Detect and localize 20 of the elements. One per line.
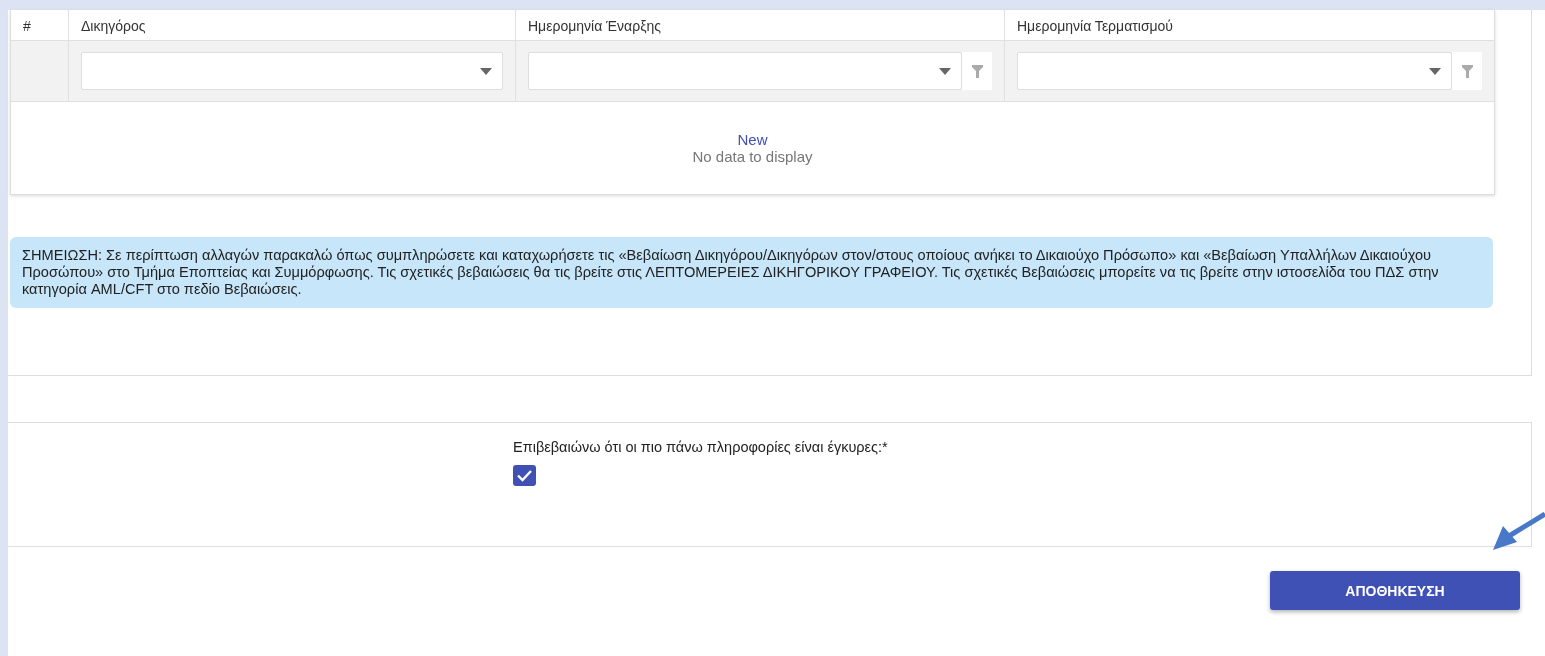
filter-dropdown[interactable]: [528, 52, 962, 90]
column-header[interactable]: Ημερομηνία Τερματισμού: [1017, 18, 1174, 34]
dropdown-caret-icon: [1429, 67, 1441, 75]
note-message: ΣΗΜΕΙΩΣΗ: Σε περίπτωση αλλαγών παρακαλώ όπως συμπληρώσετε και καταχωρήσετε τις «Βεβαίωση Δικηγόρου/Δικηγόρων στον/στους οποίους ανήκει το Δικαιούχο Πρόσωπο» και «Βεβαίωση Υπαλλήλων Δικαιούχου Προσώπου» στο Τμήμα Εποπτείας και Συμμόρφωσης. Τις σχετικές βεβαιώσεις θα τις βρείτε στις ΛΕΠΤΟΜΕΡΕΙΕΣ ΔΙΚΗΓΟΡΙΚΟΥ ΓΡΑΦΕΙΟΥ. Τις σχετικές Βεβαιώσεις μπορείτε να τις βρείτε στην ιστοσελίδα του ΠΔΣ στην κατηγορία AML/CFT στο πεδίο Βεβαιώσεις.: [10, 237, 1493, 308]
arrow-icon: [1493, 512, 1545, 552]
filter-dropdown[interactable]: [81, 52, 503, 90]
empty-message: No data to display: [692, 148, 813, 165]
confirm-checkbox[interactable]: [513, 465, 536, 486]
dropdown-caret-icon: [480, 67, 492, 75]
dropdown-caret-icon: [939, 67, 951, 75]
required-mark: *: [882, 439, 888, 455]
filter-dropdown[interactable]: [1017, 52, 1452, 90]
save-button[interactable]: ΑΠΟΘΗΚΕΥΣΗ: [1270, 571, 1520, 610]
column-header[interactable]: Δικηγόρος: [81, 18, 146, 34]
filter-icon[interactable]: [1461, 64, 1473, 78]
column-header[interactable]: #: [23, 18, 31, 34]
new-link[interactable]: New: [737, 131, 768, 148]
filter-icon[interactable]: [971, 64, 983, 78]
column-header[interactable]: Ημερομηνία Έναρξης: [528, 18, 661, 34]
confirm-label: Επιβεβαιώνω ότι οι πιο πάνω πληροφορίες είναι έγκυρες:: [513, 439, 883, 455]
